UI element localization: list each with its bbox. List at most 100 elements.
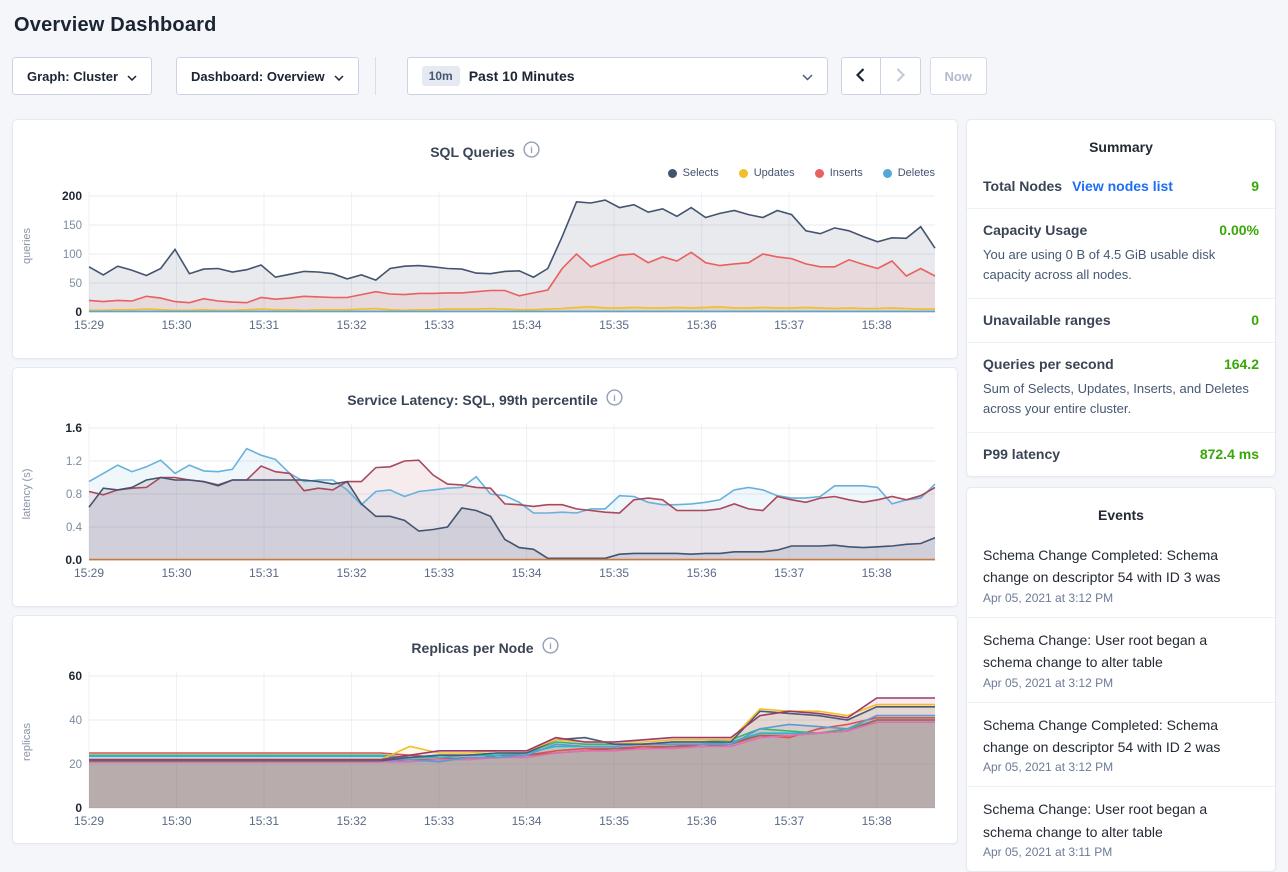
- charts-column: SQL Queries i Selects Updates Inserts De…: [12, 119, 958, 844]
- svg-text:15:30: 15:30: [162, 566, 192, 580]
- legend-dot-icon: [815, 169, 824, 178]
- summary-row-label: Total Nodes: [983, 178, 1062, 194]
- svg-text:15:32: 15:32: [337, 318, 367, 332]
- legend-item-inserts[interactable]: Inserts: [815, 167, 863, 179]
- event-item[interactable]: Schema Change Completed: Schema change o…: [967, 533, 1275, 617]
- svg-text:15:29: 15:29: [74, 814, 104, 828]
- chart-header: Service Latency: SQL, 99th percentile i: [13, 368, 957, 414]
- time-pager: [841, 57, 921, 95]
- dashboard-dropdown[interactable]: Dashboard: Overview: [176, 57, 359, 95]
- svg-text:15:31: 15:31: [249, 566, 279, 580]
- svg-text:15:35: 15:35: [599, 814, 629, 828]
- chevron-down-icon: [802, 68, 813, 84]
- info-icon[interactable]: i: [523, 141, 540, 163]
- time-range-label: Past 10 Minutes: [469, 68, 575, 84]
- svg-text:15:29: 15:29: [74, 318, 104, 332]
- chart-card-sql-queries: SQL Queries i Selects Updates Inserts De…: [12, 119, 958, 359]
- chevron-left-icon: [856, 68, 865, 85]
- svg-text:15:37: 15:37: [774, 566, 804, 580]
- events-list: Schema Change Completed: Schema change o…: [967, 533, 1275, 871]
- chart-title: SQL Queries: [430, 144, 515, 160]
- legend-item-selects[interactable]: Selects: [668, 167, 719, 179]
- now-button[interactable]: Now: [930, 57, 987, 95]
- info-icon[interactable]: i: [606, 389, 623, 411]
- summary-row-label: Unavailable ranges: [983, 312, 1111, 328]
- summary-row-label: Capacity Usage: [983, 222, 1087, 238]
- toolbar: Graph: Cluster Dashboard: Overview 10m P…: [12, 57, 1276, 95]
- svg-text:15:38: 15:38: [862, 318, 892, 332]
- y-axis-label: queries: [21, 176, 33, 316]
- event-message: Schema Change Completed: Schema change o…: [983, 714, 1259, 759]
- svg-text:i: i: [613, 393, 616, 403]
- event-timestamp: Apr 05, 2021 at 3:12 PM: [983, 760, 1259, 774]
- y-axis-label: latency (s): [21, 424, 33, 564]
- svg-text:200: 200: [62, 189, 82, 203]
- svg-text:15:31: 15:31: [249, 318, 279, 332]
- svg-text:15:32: 15:32: [337, 566, 367, 580]
- svg-text:15:35: 15:35: [599, 318, 629, 332]
- chart-header: SQL Queries i: [13, 120, 957, 166]
- event-item[interactable]: Schema Change: User root began a schema …: [967, 617, 1275, 702]
- summary-card: Summary Total Nodes View nodes list 9 Ca…: [966, 119, 1276, 477]
- service-latency-chart[interactable]: 15:2915:3015:3115:3215:3315:3415:3515:36…: [43, 414, 943, 590]
- svg-text:0.8: 0.8: [66, 489, 82, 501]
- summary-row: P99 latency 872.4 ms: [967, 432, 1275, 476]
- event-message: Schema Change: User root began a schema …: [983, 798, 1259, 843]
- summary-row-value: 0.00%: [1219, 222, 1259, 238]
- event-timestamp: Apr 05, 2021 at 3:12 PM: [983, 676, 1259, 690]
- legend-dot-icon: [739, 169, 748, 178]
- legend-item-label: Deletes: [898, 167, 935, 179]
- time-next-button[interactable]: [881, 57, 921, 95]
- events-title: Events: [967, 488, 1275, 533]
- legend-item-updates[interactable]: Updates: [739, 167, 795, 179]
- svg-text:15:37: 15:37: [774, 814, 804, 828]
- info-icon[interactable]: i: [542, 637, 559, 659]
- chart-plot-wrapper: queries 15:2915:3015:3115:3215:3315:3415…: [13, 166, 957, 342]
- summary-row: Capacity Usage 0.00% You are using 0 B o…: [967, 208, 1275, 298]
- svg-text:20: 20: [69, 759, 82, 771]
- legend-item-deletes[interactable]: Deletes: [883, 167, 935, 179]
- svg-text:60: 60: [69, 669, 83, 683]
- svg-text:15:34: 15:34: [512, 566, 542, 580]
- svg-text:15:36: 15:36: [687, 566, 717, 580]
- overview-dashboard-page: Overview Dashboard Graph: Cluster Dashbo…: [0, 0, 1288, 872]
- chevron-down-icon: [334, 69, 344, 84]
- time-range-badge: 10m: [422, 66, 460, 86]
- svg-text:40: 40: [69, 715, 82, 727]
- svg-text:15:31: 15:31: [249, 814, 279, 828]
- toolbar-divider: [375, 57, 376, 95]
- dashboard-dropdown-label: Dashboard: Overview: [191, 69, 325, 84]
- replicas-per-node-chart[interactable]: 15:2915:3015:3115:3215:3315:3415:3515:36…: [43, 662, 943, 838]
- summary-row-label: P99 latency: [983, 446, 1060, 462]
- view-nodes-list-link[interactable]: View nodes list: [1072, 178, 1173, 194]
- chart-legend: Selects Updates Inserts Deletes: [668, 167, 935, 179]
- event-item[interactable]: Schema Change Completed: Schema change o…: [967, 702, 1275, 787]
- svg-text:150: 150: [63, 220, 82, 232]
- svg-text:15:38: 15:38: [862, 814, 892, 828]
- sql-queries-chart[interactable]: 15:2915:3015:3115:3215:3315:3415:3515:36…: [43, 166, 943, 342]
- event-item[interactable]: Schema Change: User root began a schema …: [967, 786, 1275, 871]
- svg-text:15:35: 15:35: [599, 566, 629, 580]
- legend-dot-icon: [883, 169, 892, 178]
- legend-item-label: Inserts: [830, 167, 863, 179]
- svg-text:15:30: 15:30: [162, 814, 192, 828]
- svg-text:50: 50: [69, 278, 82, 290]
- dashboard-content: SQL Queries i Selects Updates Inserts De…: [12, 119, 1276, 872]
- graph-dropdown-label: Graph: Cluster: [27, 69, 118, 84]
- graph-dropdown[interactable]: Graph: Cluster: [12, 57, 152, 95]
- svg-text:i: i: [549, 641, 552, 651]
- svg-text:15:36: 15:36: [687, 814, 717, 828]
- summary-row-description: You are using 0 B of 4.5 GiB usable disk…: [983, 245, 1259, 284]
- time-prev-button[interactable]: [841, 57, 881, 95]
- summary-rows: Total Nodes View nodes list 9 Capacity U…: [967, 165, 1275, 476]
- summary-row-value: 164.2: [1224, 356, 1259, 372]
- chevron-down-icon: [127, 69, 137, 84]
- y-axis-label: replicas: [21, 672, 33, 812]
- summary-row: Unavailable ranges 0: [967, 298, 1275, 342]
- summary-row-label: Queries per second: [983, 356, 1114, 372]
- svg-text:15:36: 15:36: [687, 318, 717, 332]
- svg-text:15:32: 15:32: [337, 814, 367, 828]
- time-range-dropdown[interactable]: 10m Past 10 Minutes: [407, 57, 828, 95]
- chart-title: Service Latency: SQL, 99th percentile: [347, 392, 598, 408]
- summary-row: Total Nodes View nodes list 9: [967, 165, 1275, 208]
